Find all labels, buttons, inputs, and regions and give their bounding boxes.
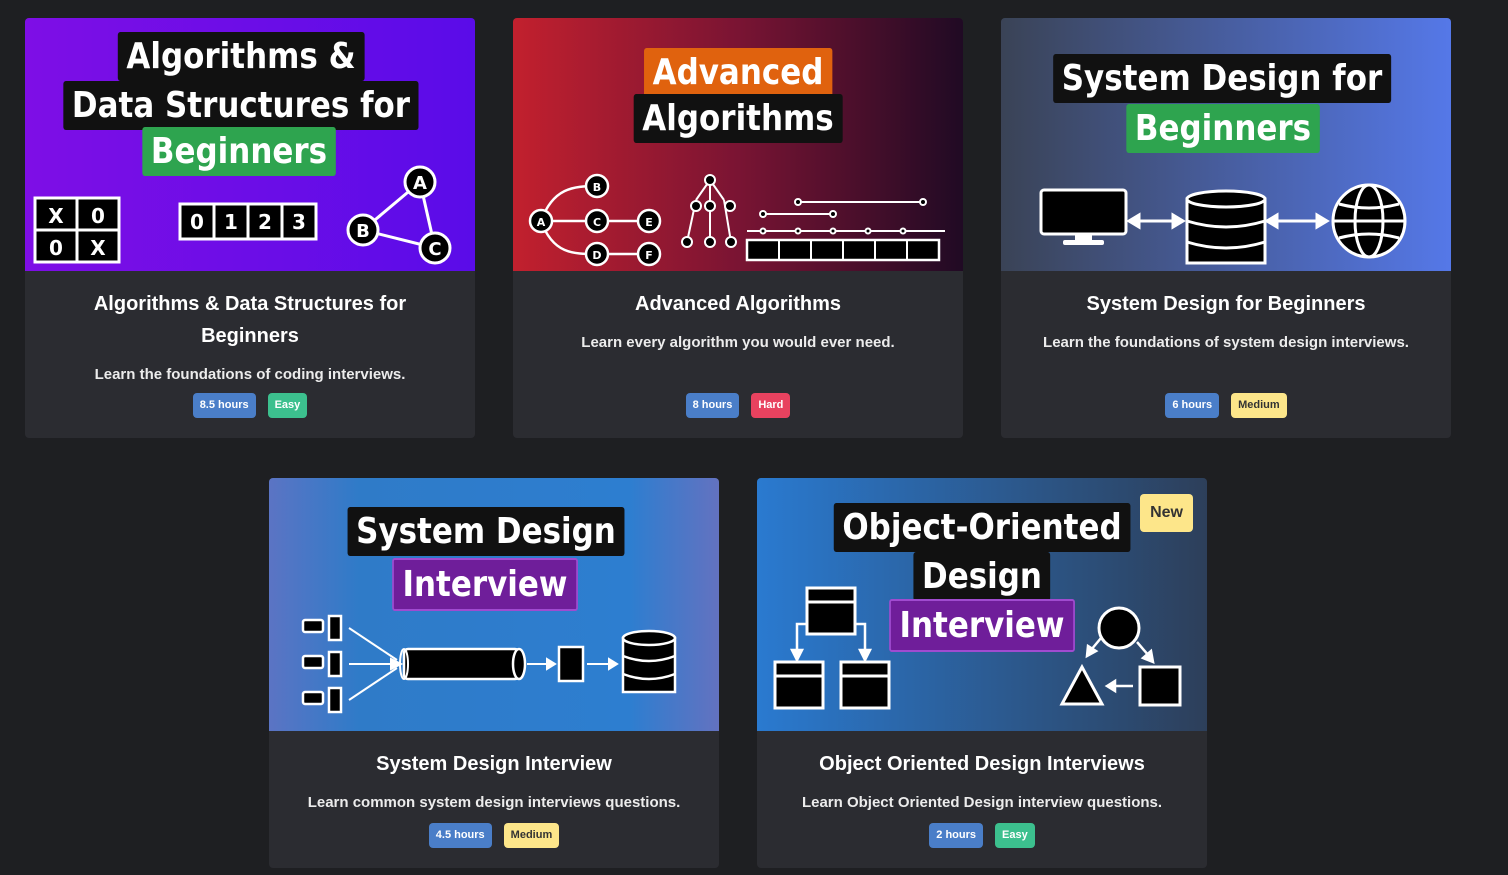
database-icon (621, 629, 677, 694)
course-thumbnail: System Design for Beginners (1001, 18, 1451, 271)
course-thumbnail: Object-Oriented Design Interview New (757, 478, 1207, 731)
database-icon (1185, 189, 1267, 265)
course-badges: 4.5 hours Medium (269, 823, 719, 848)
course-description: Learn Object Oriented Design interview q… (801, 794, 1163, 811)
svg-text:0: 0 (91, 204, 105, 228)
course-card-object-oriented-design[interactable]: Object-Oriented Design Interview New Obj… (757, 478, 1207, 868)
svg-text:C: C (593, 216, 601, 229)
thumbnail-title-line: Data Structures for (63, 81, 419, 130)
svg-text:B: B (593, 181, 601, 194)
svg-text:2: 2 (258, 210, 272, 234)
duration-badge: 8 hours (685, 393, 740, 418)
svg-text:X: X (48, 204, 64, 228)
thumbnail-title-line: Object-Oriented (833, 503, 1131, 552)
duration-badge: 8.5 hours (192, 393, 256, 418)
course-description: Learn every algorithm you would ever nee… (581, 334, 895, 351)
course-badges: 8 hours Hard (513, 393, 963, 418)
difficulty-badge: Easy (267, 393, 308, 418)
course-card-advanced-algorithms[interactable]: A B C D E F Advanced Algorithms Advanced… (513, 18, 963, 438)
new-badge: New (1140, 494, 1193, 532)
course-thumbnail: A B C D E F Advanced Algorithms (513, 18, 963, 271)
course-card-system-design-interview[interactable]: System Design Interview System Design In… (269, 478, 719, 868)
difficulty-badge: Medium (503, 823, 560, 848)
thumbnail-title-line: Interview (889, 599, 1075, 652)
svg-text:A: A (537, 216, 546, 229)
svg-text:E: E (645, 216, 653, 229)
course-thumbnail: System Design Interview (269, 478, 719, 731)
course-thumbnail: X 0 0 X 0 1 2 3 A B C Algorithms & Data … (25, 18, 475, 271)
course-title[interactable]: Object Oriented Design Interviews (797, 748, 1167, 780)
course-description: Learn the foundations of system design i… (1043, 334, 1409, 351)
svg-text:D: D (592, 249, 601, 262)
difficulty-badge: Hard (751, 393, 791, 418)
globe-icon (1331, 183, 1407, 259)
thumbnail-title-line: Beginners (142, 127, 336, 176)
clients-icon (301, 614, 343, 714)
svg-text:B: B (356, 221, 370, 242)
thumbnail-title-line: Design (913, 552, 1051, 601)
course-badges: 8.5 hours Easy (25, 393, 475, 418)
thumbnail-title-line: Algorithms & (117, 32, 365, 81)
course-card-algorithms-beginners[interactable]: X 0 0 X 0 1 2 3 A B C Algorithms & Data … (25, 18, 475, 438)
thumbnail-title-line: Interview (392, 558, 578, 611)
array-icon: 0 1 2 3 (178, 202, 318, 241)
svg-text:A: A (413, 173, 427, 194)
course-card-system-design-beginners[interactable]: System Design for Beginners System Desig… (1001, 18, 1451, 438)
svg-text:0: 0 (49, 236, 63, 260)
queue-icon (399, 647, 527, 681)
svg-text:C: C (428, 239, 441, 260)
duration-badge: 6 hours (1165, 393, 1220, 418)
svg-text:F: F (645, 249, 653, 262)
thumbnail-title-line: Beginners (1126, 104, 1320, 153)
server-icon (557, 645, 585, 683)
course-title[interactable]: Algorithms & Data Structures for Beginne… (65, 288, 435, 352)
thumbnail-title-line: Algorithms (633, 94, 843, 143)
course-badges: 2 hours Easy (757, 823, 1207, 848)
course-badges: 6 hours Medium (1001, 393, 1451, 418)
svg-text:1: 1 (224, 210, 238, 234)
duration-badge: 2 hours (929, 823, 984, 848)
svg-text:3: 3 (292, 210, 306, 234)
tictactoe-icon: X 0 0 X (33, 196, 121, 264)
thumbnail-title-line: System Design for (1053, 54, 1391, 103)
thumbnail-title-line: System Design (347, 507, 625, 556)
course-title[interactable]: Advanced Algorithms (553, 288, 923, 320)
svg-text:0: 0 (190, 210, 204, 234)
course-title[interactable]: System Design for Beginners (1041, 288, 1411, 320)
course-title[interactable]: System Design Interview (309, 748, 679, 780)
course-description: Learn the foundations of coding intervie… (94, 366, 406, 383)
difficulty-badge: Medium (1231, 393, 1287, 418)
course-description: Learn common system design interviews qu… (307, 794, 681, 811)
svg-text:X: X (90, 236, 106, 260)
difficulty-badge: Easy (995, 823, 1035, 848)
thumbnail-title-line: Advanced (644, 48, 832, 97)
duration-badge: 4.5 hours (428, 823, 492, 848)
